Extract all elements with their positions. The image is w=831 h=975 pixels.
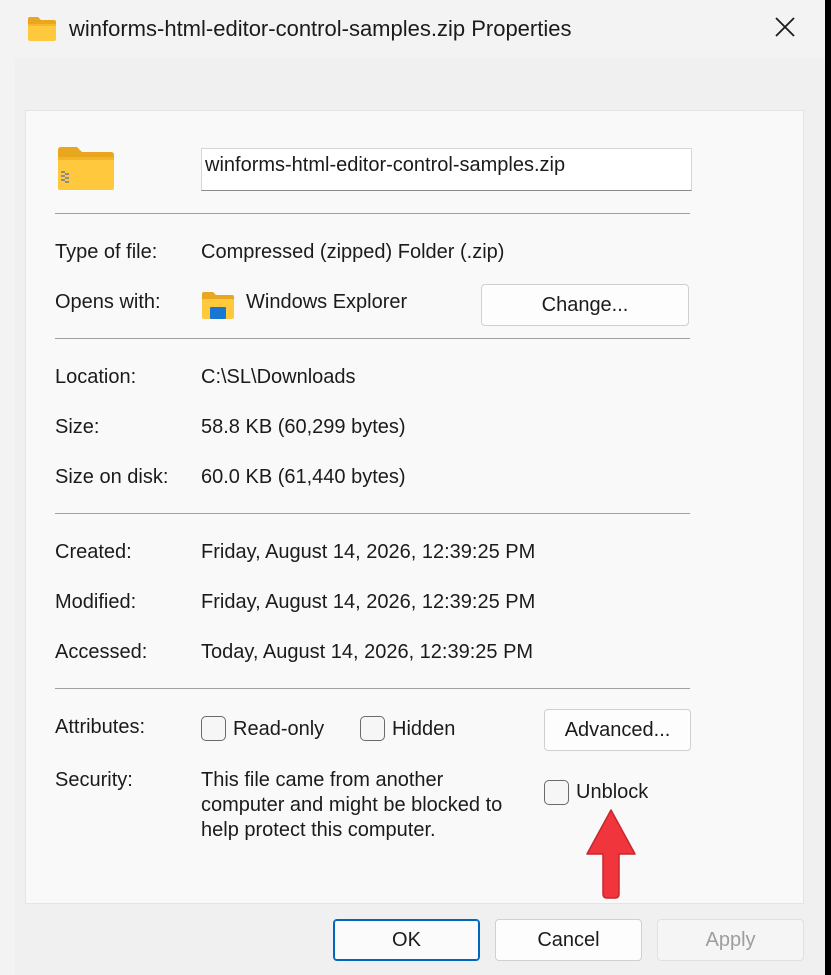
unblock-checkbox[interactable] xyxy=(544,780,569,805)
location-value: C:\SL\Downloads xyxy=(201,366,356,388)
divider xyxy=(55,338,690,339)
security-message-line: help protect this computer. xyxy=(201,819,436,841)
accessed-value: Today, August 14, 2026, 12:39:25 PM xyxy=(201,641,534,663)
folder-zip-icon xyxy=(27,16,57,42)
file-name-input[interactable]: winforms-html-editor-control-samples.zip xyxy=(201,148,692,191)
accessed-label: Accessed: xyxy=(55,641,148,663)
cancel-button[interactable]: Cancel xyxy=(495,919,642,961)
hidden-label[interactable]: Hidden xyxy=(392,718,455,741)
title-bar: winforms-html-editor-control-samples.zip… xyxy=(0,0,825,58)
hidden-checkbox[interactable] xyxy=(360,716,385,741)
divider xyxy=(55,213,690,214)
read-only-checkbox[interactable] xyxy=(201,716,226,741)
attributes-label: Attributes: xyxy=(55,716,146,738)
security-message-line: This file came from another xyxy=(201,769,444,791)
size-on-disk-label: Size on disk: xyxy=(55,466,169,488)
created-value: Friday, August 14, 2026, 12:39:25 PM xyxy=(201,541,536,563)
size-value: 58.8 KB (60,299 bytes) xyxy=(201,416,406,438)
opens-with-value: Windows Explorer xyxy=(246,291,408,313)
size-label: Size: xyxy=(55,416,100,438)
zip-folder-icon xyxy=(57,145,115,191)
annotation-arrow-icon xyxy=(585,808,637,900)
divider xyxy=(55,688,690,689)
security-label: Security: xyxy=(55,769,133,791)
file-explorer-icon xyxy=(201,290,235,320)
properties-window: winforms-html-editor-control-samples.zip… xyxy=(0,0,825,975)
created-label: Created: xyxy=(55,541,132,563)
location-label: Location: xyxy=(55,366,137,388)
divider xyxy=(55,513,690,514)
security-message: This file came from another computer and… xyxy=(201,768,541,843)
close-button[interactable] xyxy=(760,6,810,52)
security-message-line: computer and might be blocked to xyxy=(201,794,503,816)
type-of-file-value: Compressed (zipped) Folder (.zip) xyxy=(201,241,505,263)
opens-with-label: Opens with: xyxy=(55,291,161,313)
change-button[interactable]: Change... xyxy=(481,284,689,326)
apply-button[interactable]: Apply xyxy=(657,919,804,961)
read-only-label[interactable]: Read-only xyxy=(233,718,324,741)
window-title: winforms-html-editor-control-samples.zip… xyxy=(69,16,572,41)
ok-button[interactable]: OK xyxy=(333,919,480,961)
modified-label: Modified: xyxy=(55,591,137,613)
type-of-file-label: Type of file: xyxy=(55,241,158,263)
modified-value: Friday, August 14, 2026, 12:39:25 PM xyxy=(201,591,536,613)
unblock-label[interactable]: Unblock xyxy=(576,781,648,804)
size-on-disk-value: 60.0 KB (61,440 bytes) xyxy=(201,466,406,488)
close-icon xyxy=(774,16,796,43)
advanced-button[interactable]: Advanced... xyxy=(544,709,691,751)
